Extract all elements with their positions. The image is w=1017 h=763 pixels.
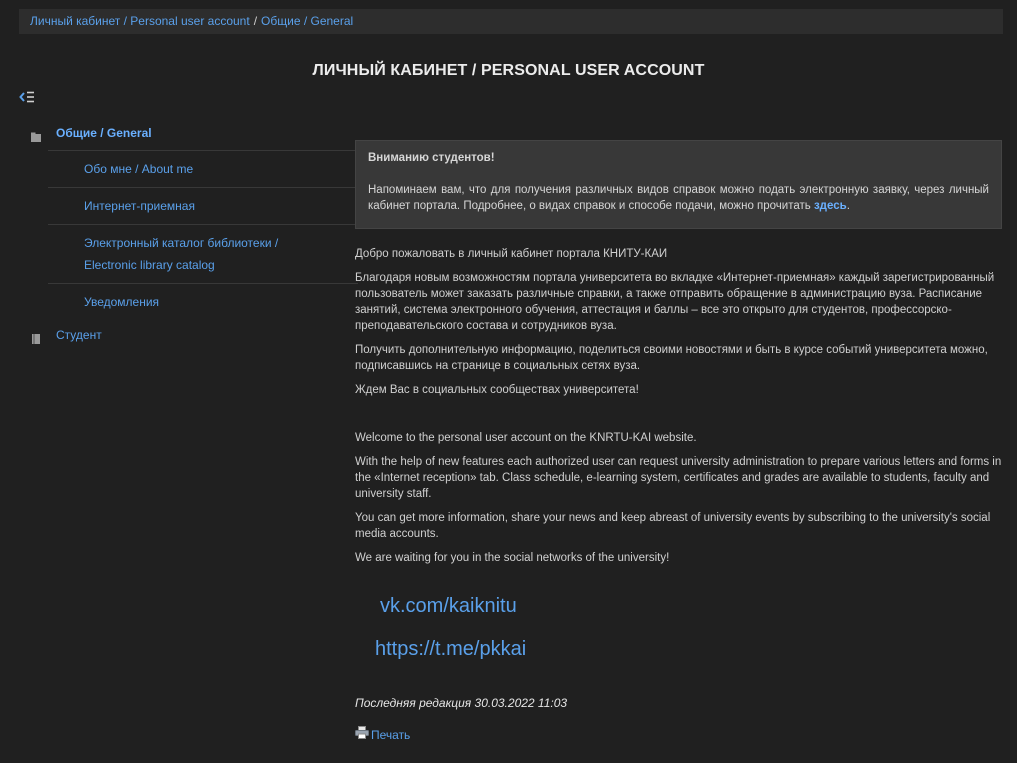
ru-paragraph-3: Получить дополнительную информацию, поде…	[355, 344, 988, 372]
en-paragraph-3: You can get more information, share your…	[355, 512, 991, 540]
en-paragraph-2: With the help of new features each autho…	[355, 456, 1002, 500]
last-modified: Последняя редакция 30.03.2022 11:03	[355, 696, 568, 710]
breadcrumb: Личный кабинет / Personal user account / О…	[19, 9, 1003, 34]
en-paragraph-1: Welcome to the personal user account on …	[355, 432, 697, 444]
sidebar-collapse-icon[interactable]	[19, 89, 35, 105]
sidebar-item-library-catalog-label[interactable]: Электронный каталог библиотеки / Electron…	[84, 236, 278, 272]
sidebar-item-about-me-label[interactable]: Обо мне / About me	[84, 162, 193, 176]
sidebar-item-general[interactable]: Общие / General	[28, 120, 331, 146]
sidebar-item-internet-reception[interactable]: Интернет-приемная	[48, 187, 358, 224]
notice-body: Напоминаем вам, что для получения различ…	[368, 182, 989, 214]
sidebar-item-library-catalog[interactable]: Электронный каталог библиотеки / Electron…	[48, 224, 358, 283]
notice-end: .	[846, 200, 850, 212]
en-paragraph-4: We are waiting for you in the social net…	[355, 552, 670, 564]
sidebar-item-notifications-label[interactable]: Уведомления	[84, 295, 159, 309]
ru-paragraph-4: Ждем Вас в социальных сообществах универ…	[355, 384, 639, 396]
folder-icon	[30, 126, 42, 142]
sidebar-subnav-general: Обо мне / About me Интернет-приемная Эле…	[48, 150, 358, 320]
print-link[interactable]: Печать	[371, 727, 410, 743]
sidebar-item-student[interactable]: Студент	[28, 322, 331, 348]
ru-paragraph-1: Добро пожаловать в личный кабинет портал…	[355, 248, 668, 260]
printer-icon	[355, 726, 369, 743]
page-title: ЛИЧНЫЙ КАБИНЕТ / PERSONAL USER ACCOUNT	[312, 62, 705, 79]
sidebar-item-student-label[interactable]: Студент	[56, 322, 102, 348]
notice-title: Вниманию студентов!	[368, 152, 495, 164]
sidebar-item-notifications[interactable]: Уведомления	[48, 283, 358, 320]
book-icon	[30, 328, 42, 344]
telegram-link[interactable]: https://t.me/pkkai	[375, 637, 1002, 661]
print-button[interactable]: Печать	[355, 726, 1002, 743]
notice-here-link[interactable]: здесь	[814, 200, 847, 212]
sidebar-item-about-me[interactable]: Обо мне / About me	[48, 150, 358, 187]
ru-paragraph-2: Благодаря новым возможностям портала уни…	[355, 272, 995, 332]
library-catalog-line1: Электронный каталог библиотеки /	[84, 236, 279, 250]
social-links: vk.com/kaiknitu https://t.me/pkkai	[355, 594, 1002, 661]
welcome-ru: Добро пожаловать в личный кабинет портал…	[355, 246, 1002, 398]
sidebar-item-internet-reception-label[interactable]: Интернет-приемная	[84, 199, 195, 213]
notice-text: Напоминаем вам, что для получения различ…	[368, 184, 989, 212]
sidebar-item-general-label[interactable]: Общие / General	[56, 120, 152, 146]
vk-link[interactable]: vk.com/kaiknitu	[380, 594, 1002, 618]
main-content: Вниманию студентов! Напоминаем вам, что …	[355, 140, 1002, 743]
welcome-en: Welcome to the personal user account on …	[355, 430, 1002, 566]
breadcrumb-separator: /	[253, 14, 258, 28]
breadcrumb-link-general[interactable]: Общие / General	[261, 14, 353, 28]
library-catalog-line2: Electronic library catalog	[84, 258, 215, 272]
breadcrumb-link-personal-account[interactable]: Личный кабинет / Personal user account	[30, 14, 250, 28]
sidebar: Общие / General Обо мне / About me Интер…	[28, 120, 358, 348]
student-notice: Вниманию студентов! Напоминаем вам, что …	[355, 140, 1002, 229]
